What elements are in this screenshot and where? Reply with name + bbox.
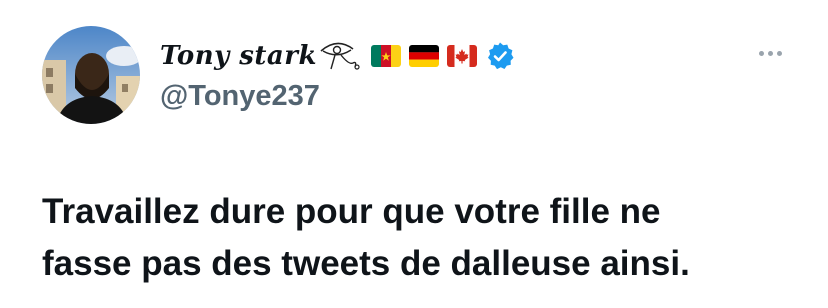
verified-badge-icon[interactable] <box>485 41 515 71</box>
more-dot <box>767 50 773 56</box>
more-dot <box>758 50 764 56</box>
display-name-row: Tony stark <box>160 38 515 74</box>
tweet-card: Tony stark @Tonye237 Travaillez dure pou… <box>0 0 828 308</box>
more-dot <box>776 50 782 56</box>
cameroon-flag-icon <box>370 45 401 67</box>
more-options-icon[interactable] <box>752 40 788 66</box>
display-name[interactable]: Tony stark <box>160 41 317 71</box>
avatar[interactable] <box>42 26 140 124</box>
tweet-text-line-2: fasse pas des tweets de dalleuse ainsi. <box>42 244 690 283</box>
tweet-text-line-1: Travaillez dure pour que votre fille ne <box>42 192 661 231</box>
eye-of-horus-icon <box>319 39 363 73</box>
canada-flag-icon <box>446 45 477 67</box>
germany-flag-icon <box>408 45 439 67</box>
tweet-text: Travaillez dure pour que votre fille ne … <box>42 186 802 290</box>
user-handle[interactable]: @Tonye237 <box>160 80 320 113</box>
